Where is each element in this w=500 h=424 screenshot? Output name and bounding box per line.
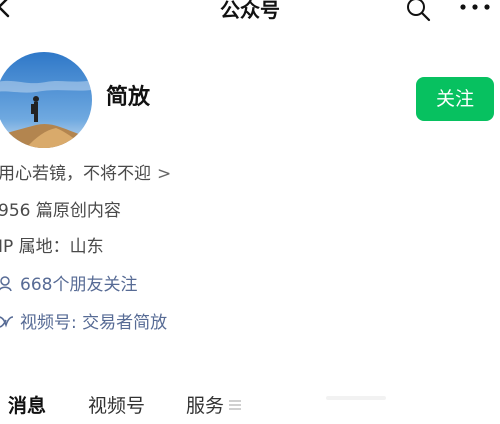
tab-bar: 消息 视频号 服务 bbox=[0, 392, 500, 424]
tab-channels[interactable]: 视频号 bbox=[88, 392, 145, 420]
tab-services-label: 服务 bbox=[186, 395, 225, 417]
menu-icon bbox=[229, 400, 242, 410]
avatar[interactable] bbox=[0, 52, 92, 148]
account-name: 简放 bbox=[106, 85, 151, 110]
friends-icon bbox=[0, 276, 12, 292]
channels-text: 视频号: 交易者简放 bbox=[20, 313, 168, 333]
bio-text: 用心若镜，不将不迎 bbox=[0, 164, 151, 184]
chevron-right-icon: > bbox=[157, 164, 172, 184]
divider bbox=[326, 396, 386, 400]
channels-icon bbox=[0, 316, 14, 328]
article-count: 956 篇原创内容 bbox=[0, 201, 121, 221]
bio[interactable]: 用心若镜，不将不迎 > bbox=[0, 162, 171, 186]
ip-location: IP 属地：山东 bbox=[0, 237, 104, 257]
more-icon[interactable] bbox=[458, 0, 492, 14]
follow-button[interactable]: 关注 bbox=[416, 77, 494, 121]
tab-messages[interactable]: 消息 bbox=[8, 392, 46, 420]
friends-following-text: 668个朋友关注 bbox=[20, 275, 138, 295]
nav-bar: 公众号 bbox=[0, 0, 500, 30]
search-icon[interactable] bbox=[404, 0, 432, 24]
channels-link[interactable]: 视频号: 交易者简放 bbox=[0, 311, 167, 335]
tab-services[interactable]: 服务 bbox=[186, 392, 242, 420]
friends-following[interactable]: 668个朋友关注 bbox=[0, 273, 137, 297]
